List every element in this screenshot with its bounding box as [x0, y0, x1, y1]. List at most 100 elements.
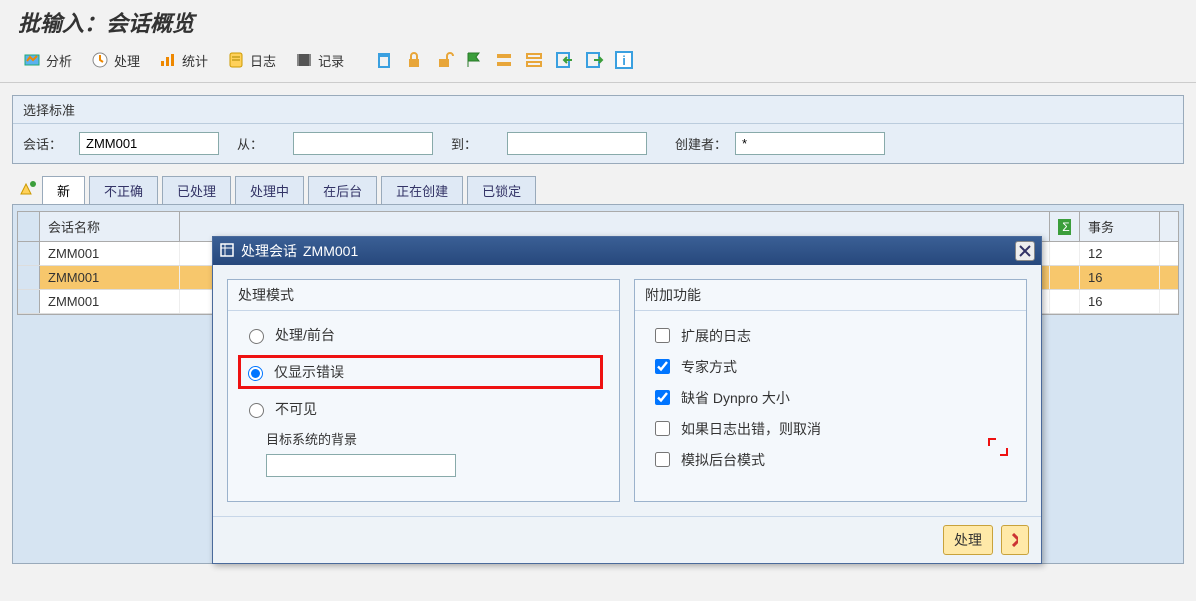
- red-corner-marker: [988, 438, 1008, 456]
- radio-invisible-input[interactable]: [249, 403, 264, 418]
- chk-extended-log-label: 扩展的日志: [681, 326, 751, 346]
- chk-extended-log-input[interactable]: [655, 328, 670, 343]
- dialog-title-prefix: 处理会话: [241, 241, 297, 261]
- cell-sum: [1050, 266, 1080, 289]
- radio-errors-only-input[interactable]: [248, 366, 263, 381]
- cell-transactions: 16: [1080, 290, 1160, 313]
- deselect-all-icon[interactable]: [524, 50, 544, 70]
- stats-button[interactable]: 统计: [154, 48, 212, 72]
- chk-default-dynpro-label: 缺省 Dynpro 大小: [681, 388, 790, 408]
- tab-locked[interactable]: 已锁定: [467, 176, 536, 204]
- record-label: 记录: [318, 51, 344, 70]
- svg-text:i: i: [622, 53, 626, 68]
- from-input[interactable]: [293, 132, 433, 155]
- radio-foreground-input[interactable]: [249, 329, 264, 344]
- creator-label: 创建者：: [675, 134, 727, 153]
- export-icon[interactable]: [584, 50, 604, 70]
- page-title: 批输入：会话概览: [0, 0, 1196, 48]
- process-label: 处理: [114, 51, 140, 70]
- grid-marker-header[interactable]: [18, 212, 40, 241]
- cell-transactions: 12: [1080, 242, 1160, 265]
- session-label: 会话：: [23, 134, 71, 153]
- col-sum-icon[interactable]: Σ: [1050, 212, 1080, 241]
- radio-foreground[interactable]: 处理/前台: [244, 325, 603, 345]
- cell-sum: [1050, 242, 1080, 265]
- process-button[interactable]: 处理: [86, 48, 144, 72]
- dialog-icon: [219, 242, 235, 261]
- analyze-button[interactable]: 分析: [18, 48, 76, 72]
- to-input[interactable]: [507, 132, 647, 155]
- chk-simulate-bg[interactable]: 模拟后台模式: [651, 449, 1010, 470]
- radio-foreground-label: 处理/前台: [275, 325, 335, 345]
- row-marker[interactable]: [18, 266, 40, 289]
- select-all-icon[interactable]: [494, 50, 514, 70]
- cell-session-name: ZMM001: [40, 290, 180, 313]
- log-button[interactable]: 日志: [222, 48, 280, 72]
- dialog-close-button[interactable]: [1015, 241, 1035, 261]
- tab-background[interactable]: 在后台: [308, 176, 377, 204]
- row-marker[interactable]: [18, 290, 40, 313]
- row-marker[interactable]: [18, 242, 40, 265]
- log-label: 日志: [250, 51, 276, 70]
- col-session-name[interactable]: 会话名称: [40, 212, 180, 241]
- chk-expert-mode-input[interactable]: [655, 359, 670, 374]
- additional-functions-group: 附加功能 扩展的日志 专家方式 缺省 Dynpro 大小 如果日志出错，则取消: [634, 279, 1027, 502]
- clock-icon: [90, 50, 110, 70]
- chk-default-dynpro-input[interactable]: [655, 390, 670, 405]
- flag-icon[interactable]: [464, 50, 484, 70]
- dialog-process-button[interactable]: 处理: [943, 525, 993, 555]
- dialog-titlebar[interactable]: 处理会话 ZMM001: [213, 237, 1041, 265]
- cell-transactions: 16: [1080, 266, 1160, 289]
- chk-expert-mode[interactable]: 专家方式: [651, 356, 1010, 377]
- chk-cancel-on-error[interactable]: 如果日志出错，则取消: [651, 418, 1010, 439]
- cell-session-name: ZMM001: [40, 266, 180, 289]
- dialog-title-session: ZMM001: [303, 243, 358, 259]
- radio-errors-only[interactable]: 仅显示错误: [243, 362, 596, 382]
- chk-expert-mode-label: 专家方式: [681, 357, 737, 377]
- creator-input[interactable]: [735, 132, 885, 155]
- tab-incorrect[interactable]: 不正确: [89, 176, 158, 204]
- tab-indicator-icon: [16, 176, 40, 200]
- chk-cancel-on-error-input[interactable]: [655, 421, 670, 436]
- stats-label: 统计: [182, 51, 208, 70]
- radio-errors-only-label: 仅显示错误: [274, 362, 344, 382]
- tab-creating[interactable]: 正在创建: [381, 176, 463, 204]
- tabs-wrap: 新 不正确 已处理 处理中 在后台 正在创建 已锁定: [12, 176, 1184, 204]
- import-icon[interactable]: [554, 50, 574, 70]
- analyze-icon: [22, 50, 42, 70]
- from-label: 从：: [237, 134, 285, 153]
- record-button[interactable]: 记录: [290, 48, 348, 72]
- tab-processed[interactable]: 已处理: [162, 176, 231, 204]
- dialog-cancel-button[interactable]: [1001, 525, 1029, 555]
- chk-default-dynpro[interactable]: 缺省 Dynpro 大小: [651, 387, 1010, 408]
- info-icon[interactable]: i: [614, 50, 634, 70]
- process-mode-group: 处理模式 处理/前台 仅显示错误 不可见 目标系统的背景: [227, 279, 620, 502]
- tab-new[interactable]: 新: [42, 176, 85, 204]
- app-toolbar: 分析 处理 统计 日志 记录 i: [0, 48, 1196, 83]
- dialog-process-label: 处理: [954, 530, 982, 550]
- session-input[interactable]: [79, 132, 219, 155]
- close-icon: [1019, 245, 1031, 257]
- analyze-label: 分析: [46, 51, 72, 70]
- process-mode-title: 处理模式: [228, 280, 619, 311]
- col-transactions[interactable]: 事务: [1080, 212, 1160, 241]
- lock-icon[interactable]: [404, 50, 424, 70]
- cancel-icon: [1012, 533, 1018, 547]
- unlock-icon[interactable]: [434, 50, 454, 70]
- chk-extended-log[interactable]: 扩展的日志: [651, 325, 1010, 346]
- svg-text:Σ: Σ: [1062, 220, 1069, 234]
- stats-icon: [158, 50, 178, 70]
- cell-session-name: ZMM001: [40, 242, 180, 265]
- chk-cancel-on-error-label: 如果日志出错，则取消: [681, 419, 821, 439]
- tab-processing[interactable]: 处理中: [235, 176, 304, 204]
- bg-system-input[interactable]: [266, 454, 456, 477]
- highlight-box: 仅显示错误: [238, 355, 603, 389]
- radio-invisible[interactable]: 不可见: [244, 399, 603, 419]
- criteria-panel: 选择标准 会话： 从： 到： 创建者：: [12, 95, 1184, 164]
- chk-simulate-bg-input[interactable]: [655, 452, 670, 467]
- trash-icon[interactable]: [374, 50, 394, 70]
- cell-sum: [1050, 290, 1080, 313]
- additional-functions-title: 附加功能: [635, 280, 1026, 311]
- scroll-icon: [226, 50, 246, 70]
- criteria-title: 选择标准: [13, 96, 1183, 124]
